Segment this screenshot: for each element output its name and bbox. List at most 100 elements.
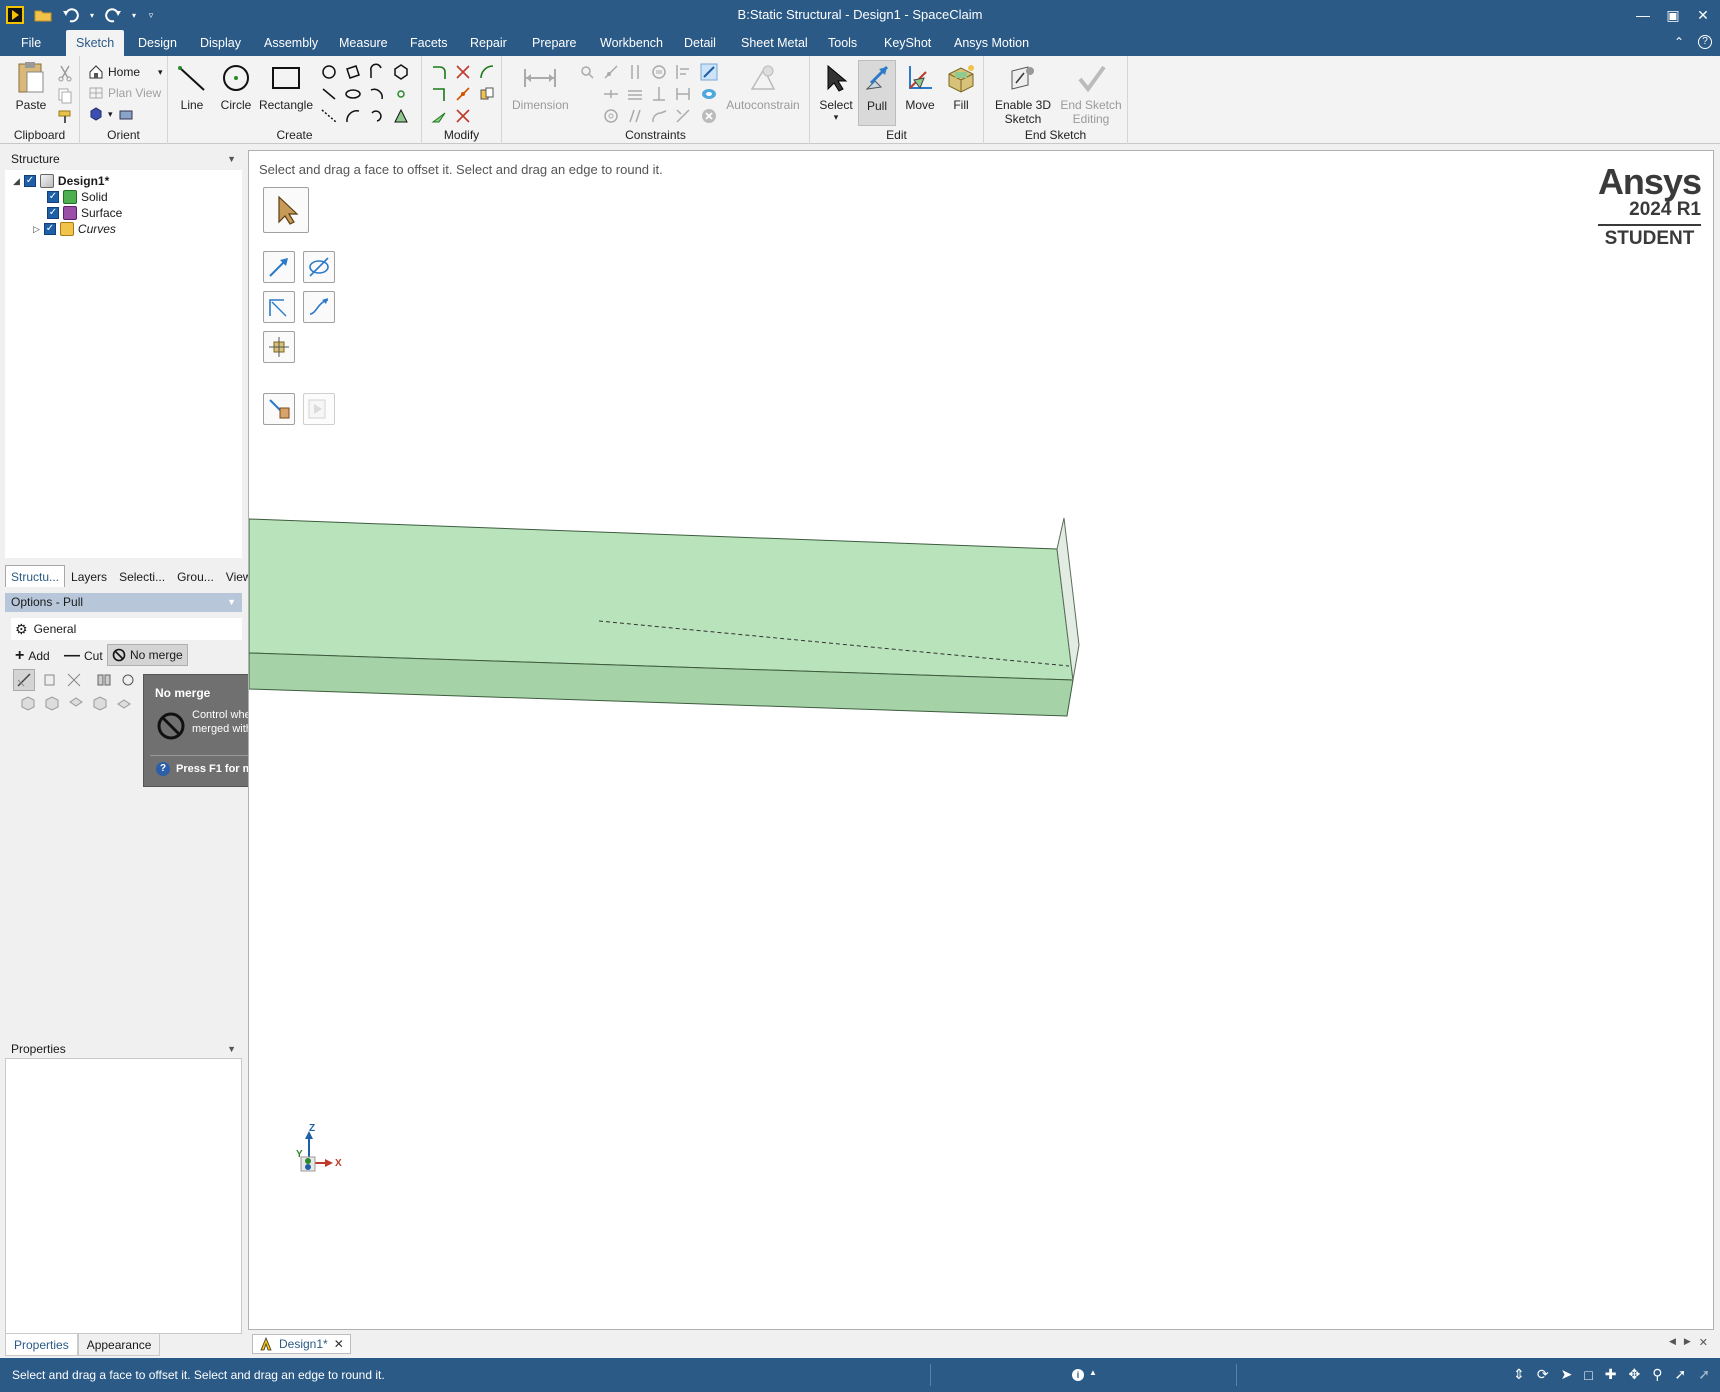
expand-arrow-icon[interactable]: ▷ — [33, 224, 40, 235]
tab-properties[interactable]: Properties — [5, 1334, 78, 1356]
offset-curve-icon[interactable] — [478, 63, 496, 81]
rotate-option-icon[interactable] — [115, 694, 133, 712]
show-constraints-icon[interactable] — [700, 63, 718, 81]
tree-node-curves[interactable]: ▷ ✓ Curves — [33, 221, 116, 237]
symmetric-icon[interactable] — [674, 85, 692, 103]
circle-button[interactable]: Circle — [216, 60, 256, 112]
display-options-icon[interactable] — [117, 106, 135, 122]
project-curve-icon[interactable] — [392, 107, 410, 125]
pivot-icon[interactable] — [41, 671, 59, 689]
close-document-icon[interactable]: ✕ — [1699, 1336, 1708, 1349]
concentric-icon[interactable] — [602, 107, 620, 125]
format-painter-icon[interactable] — [56, 108, 74, 126]
end-sketch-editing-button[interactable]: End Sketch Editing — [1058, 60, 1124, 126]
tangent-icon[interactable] — [650, 107, 668, 125]
tangent-arc-icon[interactable] — [368, 63, 386, 81]
trim-away-icon[interactable] — [454, 63, 472, 81]
face-curve-icon[interactable] — [368, 107, 386, 125]
coincident-icon[interactable] — [602, 63, 620, 81]
tab-prepare[interactable]: Prepare — [522, 30, 586, 56]
tree-node-design1[interactable]: ◢ ✓ Design1* — [13, 173, 109, 189]
tab-measure[interactable]: Measure — [329, 30, 398, 56]
visibility-checkbox[interactable]: ✓ — [47, 207, 59, 219]
delete-constraints-icon[interactable] — [700, 107, 718, 125]
view-cube-dropdown-icon[interactable]: ▾ — [108, 109, 113, 120]
spin-icon[interactable]: ⇕ — [1513, 1366, 1525, 1383]
maximize-icon[interactable]: ▣ — [1660, 4, 1686, 26]
home-button[interactable]: Home ▾ — [88, 62, 163, 82]
fill-button[interactable]: Fill — [942, 60, 980, 112]
point-icon[interactable] — [392, 85, 410, 103]
pull-button[interactable]: Pull — [858, 60, 896, 126]
offset-option-icon[interactable] — [19, 694, 37, 712]
tab-detail[interactable]: Detail — [674, 30, 726, 56]
tab-tools[interactable]: Tools — [818, 30, 867, 56]
dimension-button[interactable]: Dimension — [512, 60, 569, 112]
visibility-checkbox[interactable]: ✓ — [43, 223, 56, 235]
box-select-icon[interactable]: □ — [1584, 1367, 1592, 1383]
construction-line-icon[interactable] — [320, 107, 338, 125]
tab-keyshot[interactable]: KeyShot — [874, 30, 941, 56]
close-tab-icon[interactable]: ✕ — [334, 1337, 344, 1351]
cut-option[interactable]: — Cut — [64, 647, 103, 665]
close-icon[interactable]: ✕ — [1690, 4, 1716, 26]
info-dropdown-icon[interactable]: ▲ — [1089, 1368, 1097, 1377]
select-button[interactable]: Select ▾ — [816, 60, 856, 123]
both-sides-option-icon[interactable] — [91, 694, 109, 712]
home-dropdown-icon[interactable]: ▾ — [158, 67, 163, 78]
tab-file[interactable]: File — [11, 30, 51, 56]
fixed-constraint-icon[interactable] — [578, 63, 596, 81]
help-icon[interactable]: ? — [1698, 35, 1712, 49]
polygon-tool-icon[interactable] — [320, 63, 338, 81]
no-merge-option[interactable]: No merge — [107, 644, 188, 666]
equal-length-icon[interactable] — [626, 85, 644, 103]
tab-facets[interactable]: Facets — [400, 30, 458, 56]
spline-icon[interactable] — [320, 85, 338, 103]
pan-icon[interactable]: ✚ — [1605, 1366, 1617, 1383]
move-view-icon[interactable]: ✥ — [1629, 1366, 1641, 1383]
3d-viewport[interactable]: Select and drag a face to offset it. Sel… — [248, 150, 1714, 1330]
pin-icon[interactable]: ▼ — [227, 593, 236, 612]
up-to-icon[interactable] — [65, 671, 83, 689]
tab-structure[interactable]: Structu... — [5, 565, 66, 587]
view-cube-button[interactable]: ▾ — [88, 104, 135, 124]
pin-icon[interactable]: ▼ — [227, 1040, 236, 1058]
tab-sketch[interactable]: Sketch — [66, 30, 125, 56]
rotate-view-icon[interactable]: ⟳ — [1537, 1366, 1549, 1383]
scale-curve-icon[interactable] — [430, 107, 448, 125]
create-rounded-corner-icon[interactable] — [430, 63, 448, 81]
scroll-right-icon[interactable]: ▶ — [1684, 1336, 1691, 1349]
parallel-icon[interactable] — [626, 107, 644, 125]
select-mode-icon[interactable]: ➤ — [1561, 1366, 1573, 1383]
enable-3d-sketch-button[interactable]: Enable 3D Sketch — [992, 60, 1054, 126]
tab-design[interactable]: Design — [128, 30, 187, 56]
collapse-ribbon-icon[interactable]: ⌃ — [1674, 35, 1684, 49]
zoom-icon[interactable]: ⚲ — [1652, 1366, 1662, 1383]
collapse-arrow-icon[interactable]: ◢ — [13, 176, 20, 187]
tab-ansys-motion[interactable]: Ansys Motion — [944, 30, 1039, 56]
sweep-icon[interactable] — [119, 671, 137, 689]
tab-display[interactable]: Display — [190, 30, 251, 56]
tab-assembly[interactable]: Assembly — [254, 30, 328, 56]
extrude-option-icon[interactable] — [67, 694, 85, 712]
select-dropdown-icon[interactable]: ▾ — [816, 112, 856, 123]
thicken-option-icon[interactable] — [43, 694, 61, 712]
three-point-rectangle-icon[interactable] — [344, 63, 362, 81]
perpendicular-icon[interactable] — [650, 85, 668, 103]
tab-workbench[interactable]: Workbench — [590, 30, 673, 56]
copy-icon[interactable] — [56, 86, 74, 104]
align-icon[interactable] — [674, 63, 692, 81]
revolve-icon[interactable] — [95, 671, 113, 689]
bend-icon[interactable] — [454, 107, 472, 125]
split-curve-icon[interactable] — [454, 85, 472, 103]
midpoint-icon[interactable] — [674, 107, 692, 125]
ellipse-icon[interactable] — [344, 85, 362, 103]
general-section[interactable]: ⚙ General — [11, 618, 242, 640]
info-icon[interactable]: i — [1072, 1369, 1084, 1381]
rectangle-button[interactable]: Rectangle — [258, 60, 314, 112]
tree-node-surface[interactable]: ✓ Surface — [47, 205, 122, 221]
plan-view-button[interactable]: Plan View — [88, 83, 161, 103]
cut-icon[interactable] — [56, 64, 74, 82]
visibility-checkbox[interactable]: ✓ — [23, 175, 36, 187]
tab-appearance[interactable]: Appearance — [77, 1334, 161, 1356]
